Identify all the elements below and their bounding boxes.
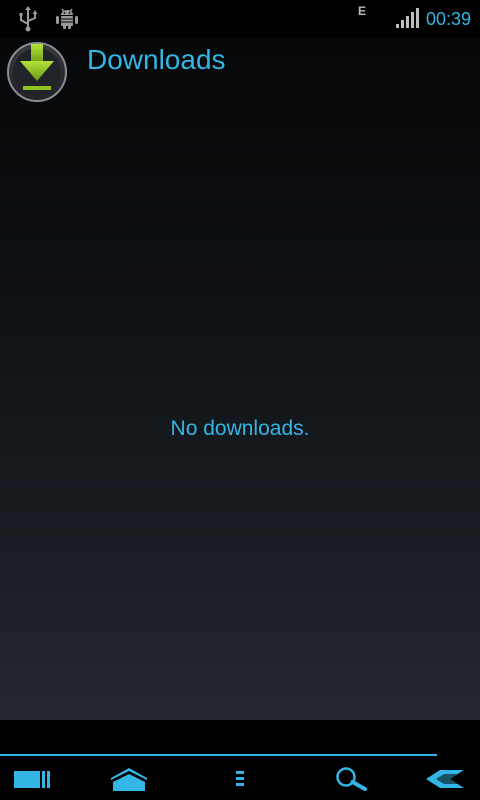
search-button[interactable] <box>326 764 376 798</box>
screen: E 00:39 Downloads No downloads. <box>0 0 480 800</box>
home-icon <box>109 766 149 796</box>
recent-apps-icon <box>13 768 53 794</box>
android-debug-icon <box>55 8 79 34</box>
back-button[interactable] <box>420 764 470 798</box>
signal-strength-icon <box>395 7 419 33</box>
usb-icon <box>18 6 38 36</box>
status-clock: 00:39 <box>425 9 471 29</box>
status-bar: E 00:39 <box>0 0 480 38</box>
search-icon <box>333 766 369 796</box>
download-arrow-icon[interactable] <box>6 41 68 103</box>
recent-apps-button[interactable] <box>8 764 58 798</box>
menu-icon <box>234 768 246 794</box>
bottom-navigation-bar <box>0 720 480 800</box>
home-button[interactable] <box>104 764 154 798</box>
page-title: Downloads <box>87 44 226 75</box>
back-icon <box>424 768 466 794</box>
nav-accent-line <box>0 754 437 756</box>
network-type-label: E <box>358 4 367 18</box>
main-content: Downloads No downloads. <box>0 38 480 720</box>
menu-button[interactable] <box>220 764 260 798</box>
empty-state-message: No downloads. <box>170 417 310 440</box>
